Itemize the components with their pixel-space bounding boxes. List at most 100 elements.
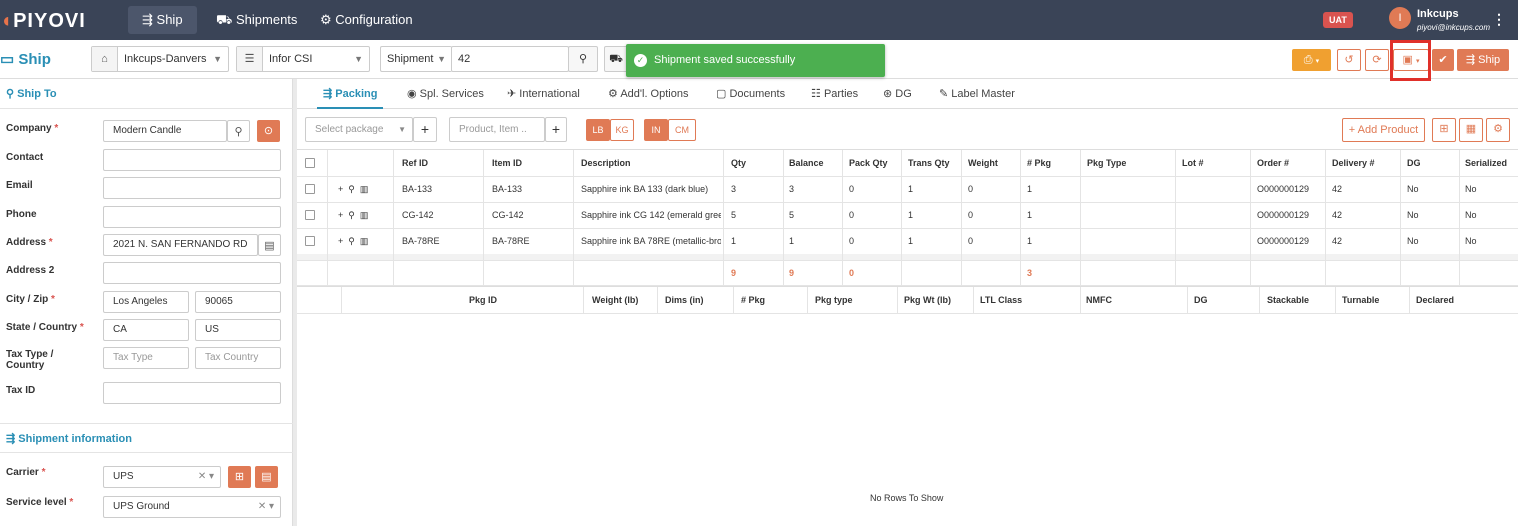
ship-to-header[interactable]: ⚲ Ship To <box>0 79 293 109</box>
refresh-button[interactable]: ⟳ <box>1365 49 1389 71</box>
col-header-pack-qty[interactable]: Pack Qty <box>849 150 888 176</box>
lookup-search-button[interactable]: ⚲ <box>568 46 598 72</box>
package-select[interactable]: Select package ▼ <box>305 117 413 142</box>
carrier-rate-button[interactable]: ⊞ <box>228 466 251 488</box>
add-package-button[interactable]: + <box>413 117 437 142</box>
tab-spl-services[interactable]: ◉ Spl. Services <box>407 79 484 109</box>
col-header-weight[interactable]: Weight <box>968 150 998 176</box>
company-verify-button[interactable]: ⊙ <box>257 120 280 142</box>
col-header-pkg-type[interactable]: Pkg Type <box>1087 150 1126 176</box>
tab-documents[interactable]: ▢ Documents <box>716 79 785 109</box>
nav-tab-ship[interactable]: ⇶ Ship <box>128 6 197 34</box>
lookup-type-select[interactable]: Shipment ▼ <box>380 46 452 72</box>
product-search-input[interactable]: Product, Item .. <box>449 117 545 142</box>
cell-trans-qty[interactable]: 1 <box>908 228 913 254</box>
address-input[interactable]: 2021 N. SAN FERNANDO RD <box>103 234 258 256</box>
col-header-delivery[interactable]: Delivery # <box>1332 150 1375 176</box>
company-search-button[interactable]: ⚲ <box>227 120 250 142</box>
cell-pkg-count[interactable]: 1 <box>1027 228 1032 254</box>
company-input[interactable]: Modern Candle <box>103 120 227 142</box>
col-header-ref-id[interactable]: Ref ID <box>402 150 428 176</box>
pkg-col-header-stackable[interactable]: Stackable <box>1267 287 1309 313</box>
nav-tab-shipments[interactable]: ⛟ Shipments <box>202 6 311 34</box>
add-product-button[interactable]: + Add Product <box>1342 118 1425 142</box>
pkg-col-header-pkg-wt[interactable]: Pkg Wt (lb) <box>904 287 951 313</box>
phone-input[interactable] <box>103 206 281 228</box>
plus-icon[interactable]: + <box>338 184 343 194</box>
pkg-col-header-turnable[interactable]: Turnable <box>1342 287 1379 313</box>
tax-id-input[interactable] <box>103 382 281 404</box>
ship-button[interactable]: ⇶ Ship <box>1457 49 1509 71</box>
col-header-order[interactable]: Order # <box>1257 150 1289 176</box>
select-all-checkbox[interactable] <box>305 158 315 168</box>
unit-cm-toggle[interactable]: CM <box>668 119 696 141</box>
tab-addl-options[interactable]: ⚙ Add'l. Options <box>608 79 688 109</box>
logo[interactable]: ◖PIYOVI <box>0 10 86 33</box>
nav-tab-configuration[interactable]: ⚙ Configuration <box>306 6 427 34</box>
cell-pack-qty[interactable]: 0 <box>849 228 854 254</box>
package-boxes-button[interactable]: ⊞ <box>1432 118 1456 142</box>
approve-button[interactable]: ✔ <box>1432 49 1454 71</box>
col-header-item-id[interactable]: Item ID <box>492 150 522 176</box>
pkg-col-header-nmfc[interactable]: NMFC <box>1086 287 1112 313</box>
cell-weight[interactable]: 0 <box>968 228 973 254</box>
row-checkbox[interactable] <box>305 210 315 220</box>
pkg-col-header-dg[interactable]: DG <box>1194 287 1208 313</box>
print-button[interactable]: ⎙ ▾ <box>1292 49 1331 71</box>
kebab-menu-icon[interactable]: ⋮ <box>1492 11 1506 28</box>
plus-icon[interactable]: + <box>338 236 343 246</box>
cell-pack-qty[interactable]: 0 <box>849 176 854 202</box>
row-checkbox[interactable] <box>305 236 315 246</box>
pkg-col-header-weight[interactable]: Weight (lb) <box>592 287 638 313</box>
unit-kg-toggle[interactable]: KG <box>610 119 634 141</box>
history-button[interactable]: ↺ <box>1337 49 1361 71</box>
email-input[interactable] <box>103 177 281 199</box>
city-input[interactable]: Los Angeles <box>103 291 189 313</box>
cell-pack-qty[interactable]: 0 <box>849 202 854 228</box>
tab-label-master[interactable]: ✎ Label Master <box>939 79 1015 109</box>
cell-weight[interactable]: 0 <box>968 202 973 228</box>
state-input[interactable]: CA <box>103 319 189 341</box>
lookup-value-input[interactable]: 42 <box>451 46 569 72</box>
shipment-info-header[interactable]: ⇶ Shipment information <box>0 423 293 453</box>
tax-type-input[interactable]: Tax Type <box>103 347 189 369</box>
add-item-button[interactable]: + <box>545 117 567 142</box>
grid-settings-button[interactable]: ⚙ <box>1486 118 1510 142</box>
location-select[interactable]: ⌂ Inkcups-Danvers ▼ <box>91 46 229 72</box>
pkg-col-header-pkg-id[interactable]: Pkg ID <box>469 287 497 313</box>
col-header-qty[interactable]: Qty <box>731 150 746 176</box>
col-header-dg[interactable]: DG <box>1407 150 1421 176</box>
service-level-select[interactable]: UPS Ground ✕ ▾ <box>103 496 281 518</box>
cell-trans-qty[interactable]: 1 <box>908 176 913 202</box>
calendar-button[interactable]: ▦ <box>1459 118 1483 142</box>
cell-trans-qty[interactable]: 1 <box>908 202 913 228</box>
pkg-col-header-pkg-count[interactable]: # Pkg <box>741 287 765 313</box>
tab-dg[interactable]: ⊛ DG <box>883 79 912 109</box>
unit-in-toggle[interactable]: IN <box>644 119 668 141</box>
row-checkbox[interactable] <box>305 184 315 194</box>
col-header-balance[interactable]: Balance <box>789 150 824 176</box>
pkg-col-header-dims[interactable]: Dims (in) <box>665 287 704 313</box>
zip-input[interactable]: 90065 <box>195 291 281 313</box>
tax-country-input[interactable]: Tax Country <box>195 347 281 369</box>
carrier-list-button[interactable]: ▤ <box>255 466 278 488</box>
cell-weight[interactable]: 0 <box>968 176 973 202</box>
avatar[interactable]: I <box>1389 7 1411 29</box>
contact-input[interactable] <box>103 149 281 171</box>
search-icon[interactable]: ⚲ <box>348 184 355 194</box>
trash-icon[interactable]: ▥ <box>360 236 369 246</box>
country-input[interactable]: US <box>195 319 281 341</box>
col-header-lot[interactable]: Lot # <box>1182 150 1204 176</box>
pkg-col-header-declared[interactable]: Declared <box>1416 287 1454 313</box>
address-book-button[interactable]: ▤ <box>258 234 281 256</box>
tab-international[interactable]: ✈ International <box>507 79 580 109</box>
col-header-serialized[interactable]: Serialized <box>1465 150 1507 176</box>
erp-select[interactable]: ☰ Infor CSI ▼ <box>236 46 370 72</box>
cell-pkg-count[interactable]: 1 <box>1027 176 1032 202</box>
plus-icon[interactable]: + <box>338 210 343 220</box>
unit-lb-toggle[interactable]: LB <box>586 119 610 141</box>
trash-icon[interactable]: ▥ <box>360 210 369 220</box>
col-header-trans-qty[interactable]: Trans Qty <box>908 150 950 176</box>
address2-input[interactable] <box>103 262 281 284</box>
search-icon[interactable]: ⚲ <box>348 210 355 220</box>
